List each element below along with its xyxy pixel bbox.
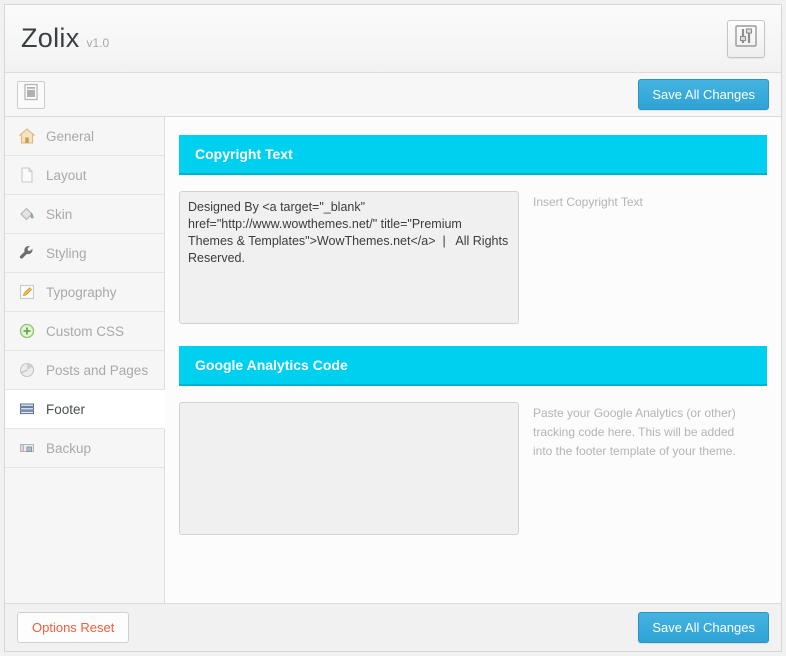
options-reset-button[interactable]: Options Reset <box>17 612 130 643</box>
section-title: Google Analytics Code <box>179 346 767 386</box>
save-all-changes-button-top[interactable]: Save All Changes <box>638 79 769 110</box>
sidebar-item-posts-and-pages[interactable]: Posts and Pages <box>5 351 164 390</box>
pie-chart-icon <box>17 360 37 380</box>
sidebar-item-label: Styling <box>46 245 87 261</box>
app-header: Zolix v1.0 <box>5 5 781 73</box>
sidebar-item-label: General <box>46 128 95 144</box>
sidebar-item-label: Custom CSS <box>46 323 125 339</box>
sidebar-nav: General Layout Skin Styling Typography C… <box>5 117 165 603</box>
sidebar-item-styling[interactable]: Styling <box>5 234 164 273</box>
copyright-text-textarea[interactable] <box>179 191 519 324</box>
paint-bucket-icon <box>17 204 37 224</box>
house-icon <box>17 126 37 146</box>
google-analytics-textarea[interactable] <box>179 402 519 535</box>
app-version: v1.0 <box>86 35 110 50</box>
panel-body: General Layout Skin Styling Typography C… <box>5 117 781 603</box>
section-body: Paste your Google Analytics (or other) t… <box>179 386 767 535</box>
sliders-icon <box>735 25 757 52</box>
plus-circle-icon <box>17 321 37 341</box>
google-analytics-hint: Paste your Google Analytics (or other) t… <box>533 406 736 458</box>
sidebar-item-backup[interactable]: Backup <box>5 429 164 468</box>
sidebar-item-general[interactable]: General <box>5 117 164 156</box>
sidebar-item-footer[interactable]: Footer <box>5 390 165 429</box>
sidebar-item-label: Skin <box>46 206 73 222</box>
page-icon <box>17 165 37 185</box>
top-toolbar: Save All Changes <box>5 73 781 117</box>
sidebar-item-layout[interactable]: Layout <box>5 156 164 195</box>
sidebar-item-skin[interactable]: Skin <box>5 195 164 234</box>
section-google-analytics-code: Google Analytics Code Paste your Google … <box>179 346 767 535</box>
options-panel: Zolix v1.0 Save All Changes General Layo… <box>4 4 782 652</box>
pencil-edit-icon <box>17 282 37 302</box>
sidebar-item-label: Layout <box>46 167 87 183</box>
sidebar-item-label: Typography <box>46 284 117 300</box>
floppy-disk-icon <box>17 438 37 458</box>
settings-button[interactable] <box>727 19 765 58</box>
wrench-icon <box>17 243 37 263</box>
section-copyright-text: Copyright Text Insert Copyright Text <box>179 135 767 324</box>
settings-content: Copyright Text Insert Copyright Text Goo… <box>165 117 781 603</box>
stacked-lines-icon <box>17 399 37 419</box>
section-title: Copyright Text <box>179 135 767 175</box>
copyright-text-hint: Insert Copyright Text <box>533 195 643 209</box>
save-all-changes-button-bottom[interactable]: Save All Changes <box>638 612 769 643</box>
panel-layout-button[interactable] <box>17 80 45 109</box>
sidebar-item-label: Posts and Pages <box>46 362 149 378</box>
section-body: Insert Copyright Text <box>179 175 767 324</box>
app-title: Zolix <box>21 23 80 53</box>
sidebar-item-typography[interactable]: Typography <box>5 273 164 312</box>
panel-footer: Options Reset Save All Changes <box>5 603 781 651</box>
sidebar-item-custom-css[interactable]: Custom CSS <box>5 312 164 351</box>
panel-layout-icon <box>22 83 40 106</box>
sidebar-item-label: Footer <box>46 401 86 417</box>
sidebar-item-label: Backup <box>46 440 92 456</box>
